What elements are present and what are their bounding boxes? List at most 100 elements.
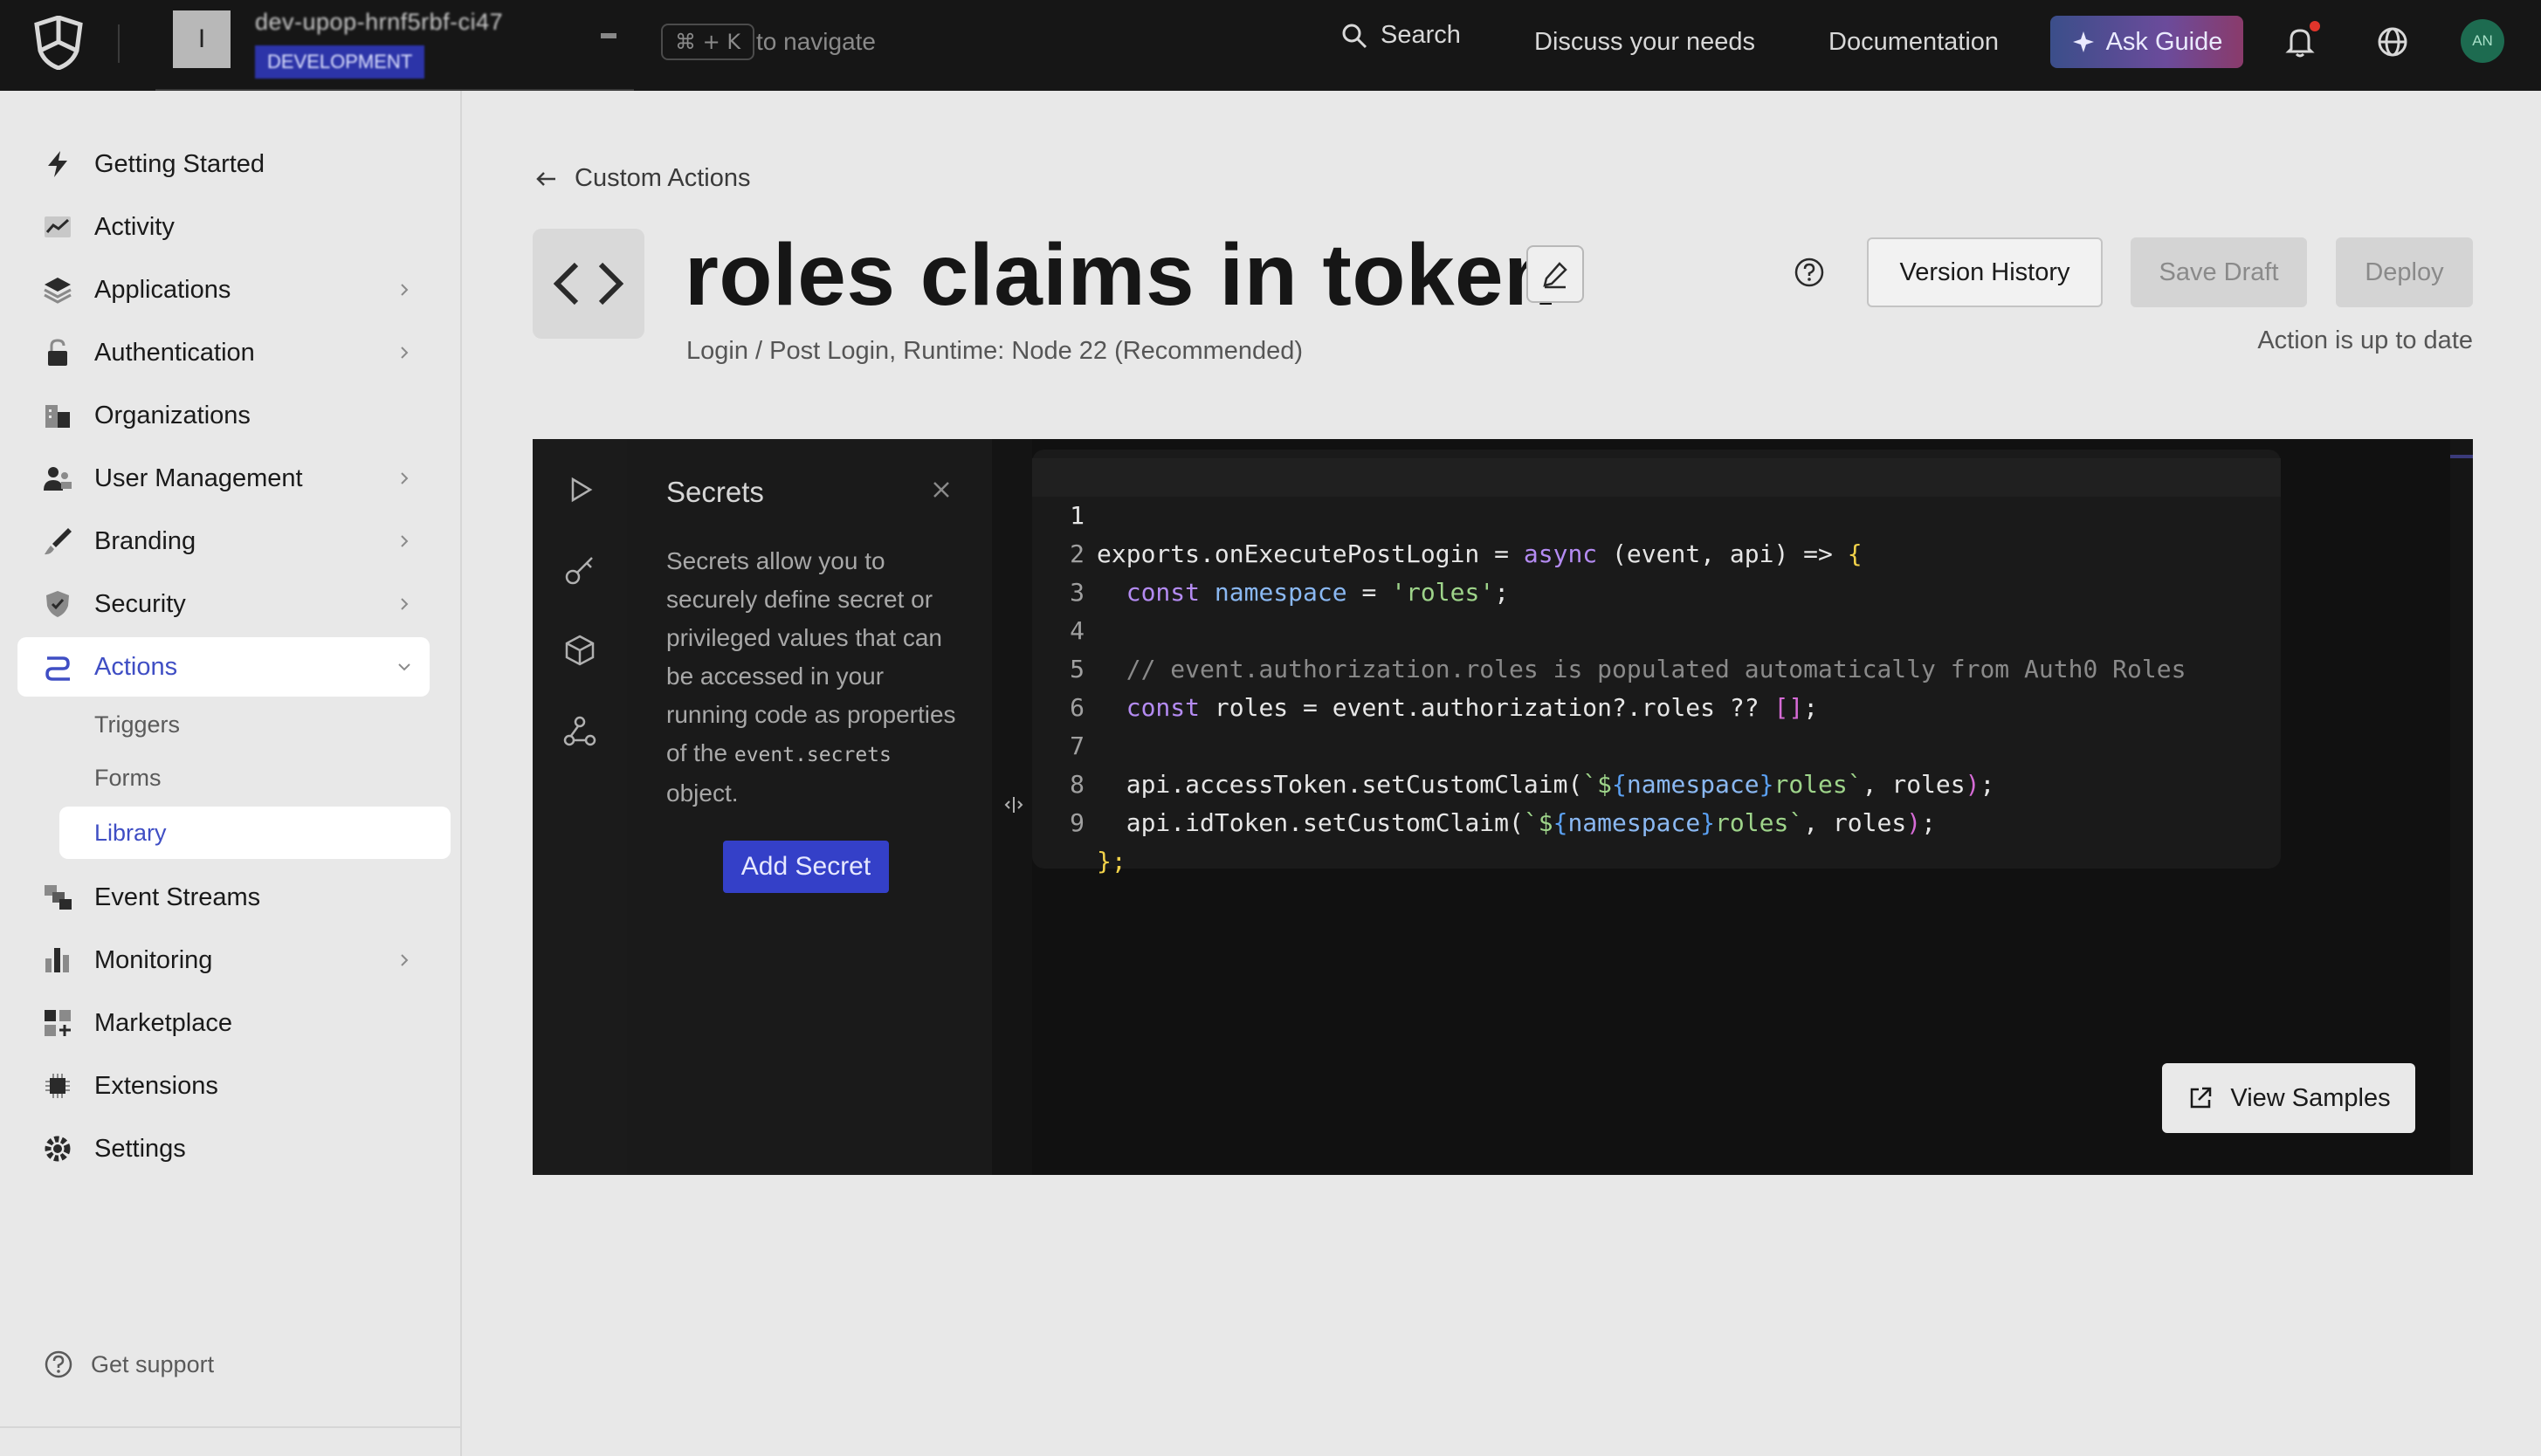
sidebar: Getting Started Activity Applications Au… xyxy=(0,91,462,1456)
sidebar-item-label: Extensions xyxy=(94,1071,218,1100)
secrets-description-code: event.secrets xyxy=(733,744,892,766)
sidebar-item-event-streams[interactable]: Event Streams xyxy=(17,868,430,927)
user-avatar[interactable]: AN xyxy=(2461,19,2504,63)
pencil-icon xyxy=(1543,262,1567,289)
editor-scrollbar[interactable] xyxy=(2450,439,2473,1175)
chevron-right-icon xyxy=(401,347,409,359)
get-support-label: Get support xyxy=(91,1350,215,1377)
lock-icon xyxy=(48,339,67,366)
discuss-needs-link[interactable]: Discuss your needs xyxy=(1534,28,1755,57)
panel-resize-handle[interactable] xyxy=(992,439,1032,1175)
sidebar-subitem-label: Triggers xyxy=(94,711,181,738)
secrets-description-tail: object. xyxy=(666,780,739,807)
globe-icon[interactable] xyxy=(2375,24,2410,59)
sidebar-item-label: User Management xyxy=(94,464,303,492)
marketplace-icon xyxy=(45,1010,71,1036)
sidebar-item-extensions[interactable]: Extensions xyxy=(17,1056,430,1116)
sidebar-item-monitoring[interactable]: Monitoring xyxy=(17,931,430,990)
command-palette-hint: to navigate xyxy=(756,28,876,55)
editor-tool-rail xyxy=(533,439,627,1175)
deploy-button[interactable]: Deploy xyxy=(2336,237,2473,307)
play-icon[interactable] xyxy=(562,472,597,507)
shield-icon xyxy=(46,591,69,617)
documentation-link[interactable]: Documentation xyxy=(1828,28,1999,57)
tenant-switcher-icon[interactable] xyxy=(601,33,616,38)
help-circle-icon[interactable] xyxy=(1794,257,1825,288)
code-line[interactable]: 5 const roles = event.authorization?.rol… xyxy=(1032,612,2281,722)
code-line[interactable]: 1 exports.onExecutePostLogin = async (ev… xyxy=(1032,458,2281,568)
code-token: , roles xyxy=(1803,808,1907,837)
code-line[interactable]: 7 api.accessToken.setCustomClaim(`${name… xyxy=(1032,689,2281,799)
sidebar-item-activity[interactable]: Activity xyxy=(17,197,430,257)
page-title: roles claims in token xyxy=(685,226,1558,324)
line-source: api.idToken.setCustomClaim(`${namespace}… xyxy=(1126,808,1936,837)
action-icon xyxy=(533,229,644,339)
sidebar-item-organizations[interactable]: Organizations xyxy=(17,386,430,445)
network-nodes-icon[interactable] xyxy=(562,713,597,748)
sidebar-item-getting-started[interactable]: Getting Started xyxy=(17,134,430,194)
package-icon[interactable] xyxy=(562,633,597,668)
code-line[interactable]: 2 const namespace = 'roles'; xyxy=(1032,497,2281,607)
code-token: roles` xyxy=(1715,808,1804,837)
sidebar-subitem-triggers[interactable]: Triggers xyxy=(59,698,451,751)
search-label: Search xyxy=(1381,21,1461,49)
layers-icon xyxy=(44,278,72,304)
event-streams-icon xyxy=(45,885,72,910)
gear-icon xyxy=(45,1136,71,1162)
sidebar-item-actions[interactable]: Actions xyxy=(17,637,430,697)
code-line[interactable]: 3 xyxy=(1032,535,2281,607)
code-brackets-icon xyxy=(554,262,623,306)
tenant-name[interactable]: dev-upop-hrnf5rbf-ci47 xyxy=(255,9,503,36)
close-icon[interactable] xyxy=(931,479,952,500)
command-palette-shortcut[interactable]: ⌘ + K xyxy=(661,24,755,60)
tenant-environment-badge: DEVELOPMENT xyxy=(255,45,425,79)
chevron-right-icon xyxy=(401,598,409,610)
chevron-right-icon xyxy=(401,954,409,966)
code-block[interactable]: 1 exports.onExecutePostLogin = async (ev… xyxy=(1032,450,2281,876)
search-icon xyxy=(1342,24,1367,48)
sidebar-item-security[interactable]: Security xyxy=(17,574,430,634)
sidebar-item-settings[interactable]: Settings xyxy=(17,1119,430,1178)
chevron-right-icon xyxy=(401,535,409,547)
sidebar-subitem-forms[interactable]: Forms xyxy=(59,752,451,804)
code-line[interactable]: 9 }; xyxy=(1032,766,2281,876)
sidebar-item-applications[interactable]: Applications xyxy=(17,260,430,319)
sidebar-item-marketplace[interactable]: Marketplace xyxy=(17,993,430,1053)
save-draft-button[interactable]: Save Draft xyxy=(2131,237,2307,307)
version-history-button[interactable]: Version History xyxy=(1867,237,2103,307)
sidebar-item-user-management[interactable]: User Management xyxy=(17,449,430,508)
chevron-right-icon xyxy=(401,472,409,484)
breadcrumb[interactable]: Custom Actions xyxy=(534,164,750,193)
auth0-logo-icon[interactable] xyxy=(33,16,84,70)
chevron-right-icon xyxy=(401,284,409,296)
search-button[interactable]: Search xyxy=(1340,21,1461,50)
get-support-link[interactable]: Get support xyxy=(44,1350,214,1379)
sidebar-subitem-library[interactable]: Library xyxy=(59,807,451,859)
sidebar-divider xyxy=(0,1426,462,1428)
action-subtitle: Login / Post Login, Runtime: Node 22 (Re… xyxy=(686,337,1304,365)
code-line[interactable]: 6 xyxy=(1032,650,2281,722)
ask-guide-button[interactable]: Ask Guide xyxy=(2050,16,2243,68)
code-line[interactable]: 8 api.idToken.setCustomClaim(`${namespac… xyxy=(1032,727,2281,837)
help-circle-icon xyxy=(45,1350,72,1378)
sidebar-item-label: Actions xyxy=(94,652,178,681)
tenant-avatar[interactable]: I xyxy=(173,10,231,68)
view-samples-button[interactable]: View Samples xyxy=(2162,1063,2415,1133)
breadcrumb-label: Custom Actions xyxy=(575,164,751,192)
edit-title-button[interactable] xyxy=(1526,245,1584,303)
secrets-panel: Secrets Secrets allow you to securely de… xyxy=(627,439,992,1175)
key-icon[interactable] xyxy=(562,553,597,587)
sidebar-item-branding[interactable]: Branding xyxy=(17,512,430,571)
line-number: 9 xyxy=(1070,808,1085,837)
secrets-title: Secrets xyxy=(666,476,764,508)
sidebar-item-label: Event Streams xyxy=(94,883,261,911)
actions-flow-icon xyxy=(45,656,70,681)
editor-scroll-indicator xyxy=(2450,455,2473,458)
chevron-down-icon xyxy=(398,663,410,671)
sidebar-item-authentication[interactable]: Authentication xyxy=(17,323,430,382)
chip-icon xyxy=(45,1074,70,1098)
sidebar-item-label: Authentication xyxy=(94,338,255,367)
add-secret-button[interactable]: Add Secret xyxy=(723,841,889,893)
code-line[interactable]: 4 // event.authorization.roles is popula… xyxy=(1032,573,2281,683)
secrets-description-text: Secrets allow you to securely define sec… xyxy=(666,547,956,766)
